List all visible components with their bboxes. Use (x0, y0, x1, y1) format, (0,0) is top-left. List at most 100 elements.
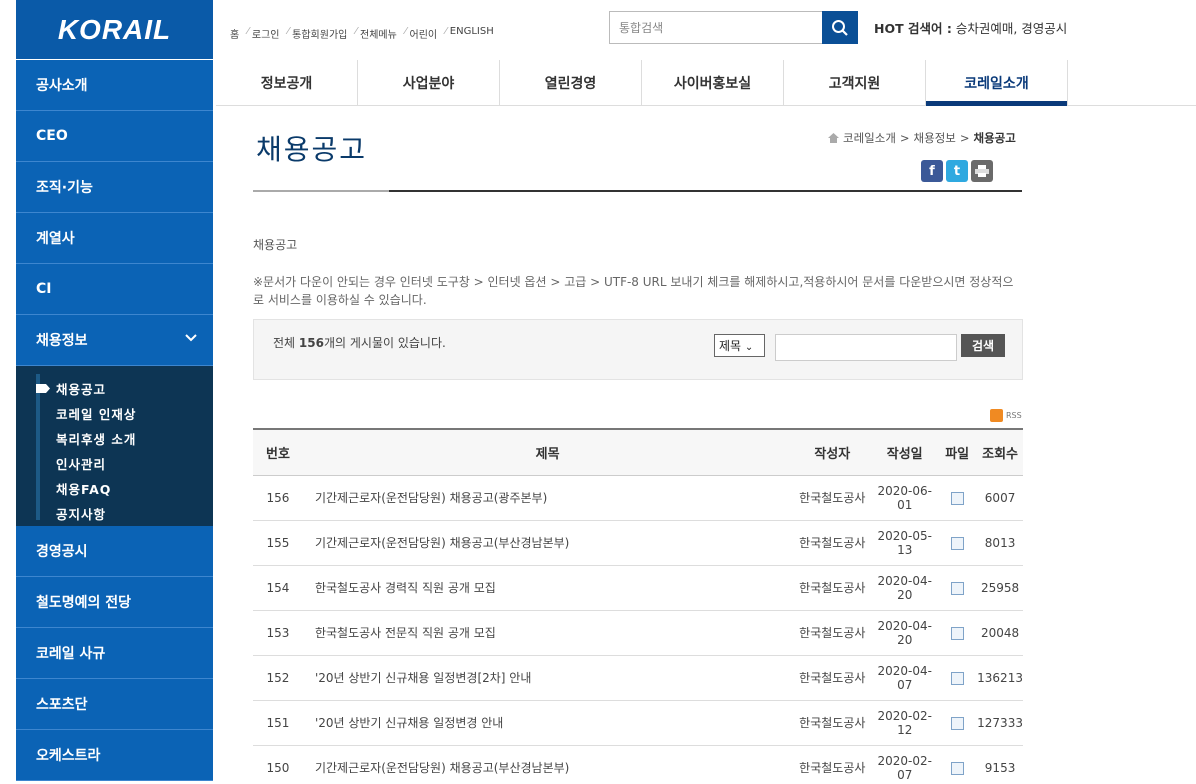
tab-business[interactable]: 사업분야 (358, 60, 500, 105)
file-icon[interactable] (950, 761, 964, 775)
chevron-down-icon (185, 334, 197, 342)
hot-terms[interactable]: 승차권예매, 경영공시 (956, 21, 1067, 36)
file-icon[interactable] (950, 716, 964, 730)
col-header-author: 작성자 (792, 428, 873, 476)
row-title-link[interactable]: 기간제근로자(운전담당원) 채용공고(부산경남본부) (302, 745, 793, 784)
subnav-item-notice[interactable]: 채용공고 (16, 376, 213, 401)
rss-label: RSS (1006, 411, 1022, 420)
util-english-link[interactable]: ENGLISH (450, 26, 494, 41)
row-author: 한국철도공사 (792, 565, 873, 611)
util-login-link[interactable]: 로그인 (252, 26, 280, 41)
sidebar-item-hall-of-fame[interactable]: 철도명예의 전당 (16, 577, 213, 628)
sidebar-item-about[interactable]: 공사소개 (16, 60, 213, 111)
row-no: 154 (253, 565, 303, 611)
rss-icon (990, 409, 1003, 422)
sidebar-item-ci[interactable]: CI (16, 264, 213, 315)
board-keyword-input[interactable] (775, 334, 957, 361)
sidebar-item-recruit[interactable]: 채용정보 (16, 315, 213, 366)
sidebar-item-rules[interactable]: 코레일 사규 (16, 628, 213, 679)
tab-info[interactable]: 정보공개 (216, 60, 358, 105)
sidebar-item-affiliates[interactable]: 계열사 (16, 213, 213, 264)
table-row: 154 한국철도공사 경력직 직원 공개 모집 한국철도공사 2020-04-20 25… (253, 565, 1023, 611)
col-header-views: 조회수 (977, 428, 1023, 476)
row-author: 한국철도공사 (792, 475, 873, 521)
subnav-item-hr[interactable]: 인사관리 (16, 451, 213, 476)
row-date: 2020-05-13 (872, 520, 938, 566)
row-views: 9153 (977, 745, 1023, 784)
facebook-icon[interactable]: f (921, 160, 943, 182)
file-icon[interactable] (950, 491, 964, 505)
file-icon[interactable] (950, 671, 964, 685)
board-search-button[interactable]: 검색 (961, 334, 1005, 357)
row-views: 25958 (977, 565, 1023, 611)
row-author: 한국철도공사 (792, 520, 873, 566)
col-header-no: 번호 (253, 428, 303, 476)
tab-customer[interactable]: 고객지원 (784, 60, 926, 105)
home-icon[interactable] (828, 133, 839, 143)
breadcrumb-current: 채용공고 (973, 131, 1016, 145)
tab-cyber-pr[interactable]: 사이버홍보실 (642, 60, 784, 105)
util-home-link[interactable]: 홈 (230, 26, 239, 41)
subnav-item-talent[interactable]: 코레일 인재상 (16, 401, 213, 426)
tab-open-management[interactable]: 열린경영 (500, 60, 642, 105)
sidebar-item-disclosure[interactable]: 경영공시 (16, 526, 213, 577)
row-author: 한국철도공사 (792, 655, 873, 701)
row-no: 155 (253, 520, 303, 566)
subnav-item-welfare[interactable]: 복리후생 소개 (16, 426, 213, 451)
row-date: 2020-02-12 (872, 700, 938, 746)
breadcrumb-item[interactable]: 채용정보 (914, 130, 956, 146)
page-title: 채용공고 (256, 133, 368, 166)
search-field-select[interactable]: 제목 ⌄ (714, 334, 765, 357)
file-icon[interactable] (950, 581, 964, 595)
table-row: 150 기간제근로자(운전담당원) 채용공고(부산경남본부) 한국철도공사 2020-… (253, 745, 1023, 784)
search-input[interactable]: 통합검색 (609, 11, 823, 44)
row-no: 151 (253, 700, 303, 746)
tab-about-korail[interactable]: 코레일소개 (926, 60, 1068, 106)
util-allmenu-link[interactable]: 전체메뉴 (360, 26, 397, 41)
util-kids-link[interactable]: 어린이 (410, 26, 438, 41)
print-icon[interactable] (971, 160, 993, 182)
subnav-item-faq[interactable]: 채용FAQ (16, 476, 213, 501)
title-divider (253, 190, 1022, 192)
table-row: 153 한국철도공사 전문직 직원 공개 모집 한국철도공사 2020-04-20 20… (253, 610, 1023, 656)
row-date: 2020-04-20 (872, 565, 938, 611)
row-title-link[interactable]: 기간제근로자(운전담당원) 채용공고(부산경남본부) (302, 520, 793, 566)
file-icon[interactable] (950, 626, 964, 640)
file-icon[interactable] (950, 536, 964, 550)
sidebar-item-organization[interactable]: 조직·기능 (16, 162, 213, 213)
board-table: 번호 제목 작성자 작성일 파일 조회수 156 기간제근로자(운전담당원) 채용… (253, 428, 1023, 784)
search-icon (832, 19, 848, 36)
row-file (937, 610, 978, 656)
row-no: 153 (253, 610, 303, 656)
row-title-link[interactable]: 한국철도공사 전문직 직원 공개 모집 (302, 610, 793, 656)
korail-logo[interactable]: KORAIL (16, 0, 213, 59)
subnav-item-announcement[interactable]: 공지사항 (16, 501, 213, 526)
main-nav: 정보공개 사업분야 열린경영 사이버홍보실 고객지원 코레일소개 (216, 60, 1196, 106)
breadcrumb-item[interactable]: 코레일소개 (843, 130, 896, 146)
sidebar-item-sports[interactable]: 스포츠단 (16, 679, 213, 730)
sidebar-item-ceo[interactable]: CEO (16, 111, 213, 162)
util-join-link[interactable]: 통합회원가입 (292, 26, 347, 41)
row-date: 2020-02-07 (872, 745, 938, 784)
row-date: 2020-06-01 (872, 475, 938, 521)
row-title-link[interactable]: 기간제근로자(운전담당원) 채용공고(광주본부) (302, 475, 793, 521)
hot-keywords: HOT 검색어 : 승차권예매, 경영공시 (874, 18, 1067, 37)
row-file (937, 520, 978, 566)
row-title-link[interactable]: '20년 상반기 신규채용 일정변경[2차] 안내 (302, 655, 793, 701)
sidebar-item-orchestra[interactable]: 오케스트라 (16, 730, 213, 781)
row-title-link[interactable]: 한국철도공사 경력직 직원 공개 모집 (302, 565, 793, 611)
col-header-date: 작성일 (872, 428, 938, 476)
row-views: 8013 (977, 520, 1023, 566)
row-file (937, 655, 978, 701)
table-row: 155 기간제근로자(운전담당원) 채용공고(부산경남본부) 한국철도공사 2020-… (253, 520, 1023, 566)
hot-label: HOT 검색어 : (874, 21, 952, 36)
table-row: 152'20년 상반기 신규채용 일정변경[2차] 안내 한국철도공사 2020-0… (253, 655, 1023, 701)
sidebar: 공사소개 CEO 조직·기능 계열사 CI 채용정보 채용공고 코레일 인재상 … (16, 60, 213, 784)
sidebar-subnav: 채용공고 코레일 인재상 복리후생 소개 인사관리 채용FAQ 공지사항 (16, 366, 213, 526)
subnav-item-notice-label: 채용공고 (56, 382, 107, 397)
current-marker-icon (36, 384, 50, 393)
search-button[interactable] (822, 11, 858, 44)
rss-link[interactable]: RSS (990, 409, 1022, 422)
twitter-icon[interactable]: t (946, 160, 968, 182)
row-title-link[interactable]: '20년 상반기 신규채용 일정변경 안내 (302, 700, 793, 746)
